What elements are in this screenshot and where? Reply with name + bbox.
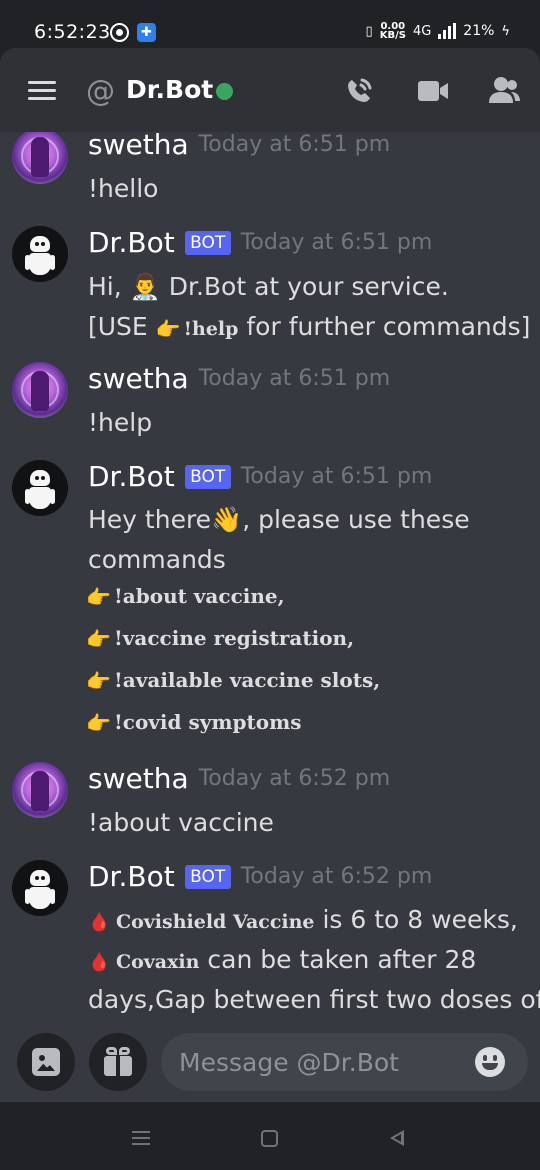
text-segment: Dr.Bot at your service. [160, 272, 449, 301]
message-text: 🩸 Covaxin can be taken after 28 [88, 940, 476, 983]
app-notification-icon: ✚ [137, 23, 156, 42]
user-avatar[interactable] [12, 132, 68, 184]
pointing-emoji: 👉 [86, 627, 111, 651]
battery-level: 21% [463, 23, 495, 39]
video-icon[interactable] [417, 80, 449, 102]
message-author[interactable]: Dr.Bot [88, 860, 175, 893]
pointing-emoji: 👉 [155, 317, 181, 341]
command-text: !vaccine registration, [114, 626, 355, 650]
message-composer [0, 1020, 540, 1102]
message-author[interactable]: Dr.Bot [88, 226, 175, 259]
whatsapp-icon [110, 23, 129, 42]
text-segment: Hi, [88, 272, 130, 301]
command-text: !help [183, 318, 239, 340]
status-time: 6:52:23 [34, 21, 111, 43]
network-speed-unit: KB/S [379, 30, 406, 41]
text-segment: , please use these [242, 505, 470, 534]
vaccine-name: Covaxin [115, 951, 200, 973]
recent-apps-icon[interactable] [132, 1131, 150, 1146]
text-segment: [USE [88, 312, 156, 341]
members-icon[interactable] [487, 76, 521, 104]
message-timestamp: Today at 6:51 pm [198, 366, 391, 391]
message-text: 🩸 Covishield Vaccine is 6 to 8 weeks, [88, 900, 518, 943]
waving-emoji: 👋 [211, 505, 243, 534]
command-item: 👉 !vaccine registration, [86, 626, 354, 651]
bot-badge: BOT [184, 864, 231, 889]
status-bar: 6:52:23 ✚ ▯ 0.00 KB/S 4G 21% ϟ [0, 0, 540, 50]
bot-avatar[interactable] [12, 860, 68, 916]
blood-drop-emoji: 🩸 [88, 912, 111, 933]
call-icon[interactable] [344, 76, 374, 106]
text-segment: is 6 to 8 weeks, [314, 905, 518, 934]
command-text: !covid symptoms [114, 710, 302, 734]
message-author[interactable]: swetha [88, 132, 189, 161]
conversation-header: @ Dr.Bot [0, 48, 540, 132]
text-segment: for further commands] [238, 312, 531, 341]
message-author[interactable]: Dr.Bot [88, 460, 175, 493]
menu-icon[interactable] [28, 81, 56, 101]
emoji-icon[interactable] [475, 1047, 505, 1077]
vaccine-name: Covishield Vaccine [115, 911, 315, 933]
online-status-icon [216, 83, 233, 100]
message-author[interactable]: swetha [88, 762, 189, 795]
text-segment: Hey there [88, 505, 212, 534]
vibrate-icon: ▯ [365, 23, 373, 39]
command-item: 👉 !about vaccine, [86, 584, 285, 609]
network-speed: 0.00 KB/S [379, 22, 406, 41]
at-icon: @ [86, 74, 115, 108]
command-item: 👉 !available vaccine slots, [86, 668, 380, 693]
conversation-name[interactable]: Dr.Bot [126, 75, 213, 104]
message-text: days,Gap between first two doses of [88, 985, 540, 1014]
pointing-emoji: 👉 [86, 711, 111, 735]
blood-drop-emoji: 🩸 [88, 952, 111, 973]
message-timestamp: Today at 6:52 pm [198, 766, 391, 791]
android-navigation-bar [0, 1102, 540, 1170]
user-avatar[interactable] [12, 762, 68, 818]
message-text: Hi, 👨‍⚕️ Dr.Bot at your service. [88, 267, 449, 307]
message-timestamp: Today at 6:51 pm [198, 132, 391, 157]
doctor-emoji: 👨‍⚕️ [129, 272, 161, 301]
message-text: !help [88, 408, 153, 437]
status-indicators: ▯ 0.00 KB/S 4G 21% ϟ [365, 22, 510, 41]
charging-icon: ϟ [501, 23, 510, 39]
network-type: 4G [412, 23, 432, 39]
message-text: commands [88, 545, 226, 574]
message-text: !hello [88, 174, 159, 203]
message-text: Hey there👋, please use these [88, 500, 470, 540]
home-icon[interactable] [261, 1130, 278, 1147]
pointing-emoji: 👉 [86, 585, 111, 609]
message-author[interactable]: swetha [88, 362, 189, 395]
image-upload-button[interactable] [17, 1033, 75, 1091]
bot-badge: BOT [184, 230, 231, 255]
command-text: !available vaccine slots, [114, 668, 381, 692]
back-icon[interactable] [388, 1128, 406, 1148]
user-avatar[interactable] [12, 362, 68, 418]
message-text: !about vaccine [88, 808, 274, 837]
bot-avatar[interactable] [12, 460, 68, 516]
discord-dm-window: @ Dr.Bot swetha Today at 6:51 pm !hello [0, 48, 540, 1170]
message-timestamp: Today at 6:52 pm [240, 864, 433, 889]
text-segment: can be taken after 28 [199, 945, 477, 974]
command-text: !about vaccine, [114, 584, 285, 608]
gift-button[interactable] [89, 1033, 147, 1091]
image-upload-icon [32, 1048, 60, 1076]
message-timestamp: Today at 6:51 pm [240, 230, 433, 255]
bot-badge: BOT [184, 464, 231, 489]
gift-icon [104, 1046, 132, 1076]
bot-avatar[interactable] [12, 226, 68, 282]
message-input[interactable] [161, 1033, 528, 1091]
pointing-emoji: 👉 [86, 669, 111, 693]
signal-icon [438, 23, 457, 39]
message-text: [USE 👉 !help for further commands] [88, 307, 530, 349]
message-timestamp: Today at 6:51 pm [240, 464, 433, 489]
message-list[interactable]: swetha Today at 6:51 pm !hello Dr.Bot BO… [0, 132, 540, 1020]
command-item: 👉 !covid symptoms [86, 710, 302, 735]
